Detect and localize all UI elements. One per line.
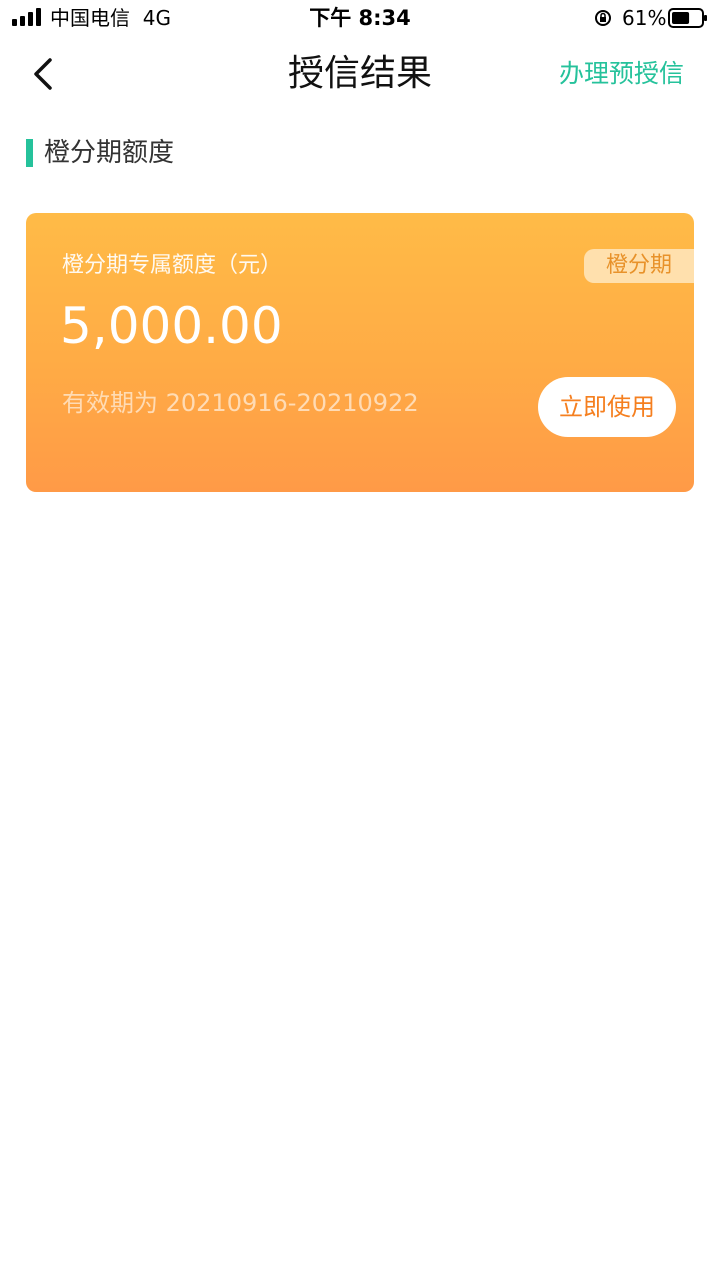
nav-bar: 授信结果 办理预授信 [0, 38, 720, 110]
validity-period: 有效期为 20210916-20210922 [62, 389, 419, 417]
chevron-left-icon[interactable] [26, 52, 66, 96]
credit-limit-card: 橙分期专属额度（元） 5,000.00 有效期为 20210916-202109… [26, 213, 694, 492]
pre-credit-apply-link[interactable]: 办理预授信 [559, 58, 684, 90]
battery-percent: 61% [622, 6, 667, 30]
status-time: 下午 8:34 [309, 6, 411, 30]
credit-limit-label: 橙分期专属额度（元） [62, 253, 283, 278]
battery-icon [668, 8, 707, 28]
use-now-button[interactable]: 立即使用 [538, 377, 676, 437]
status-bar: 中国电信 4G 下午 8:34 61% [0, 0, 720, 38]
section-title: 橙分期额度 [44, 138, 175, 168]
product-tag-badge: 橙分期 [584, 249, 694, 283]
credit-limit-amount: 5,000.00 [60, 297, 283, 355]
rotation-lock-icon [595, 10, 611, 26]
page-title: 授信结果 [287, 53, 432, 94]
section-accent-bar [26, 139, 33, 167]
